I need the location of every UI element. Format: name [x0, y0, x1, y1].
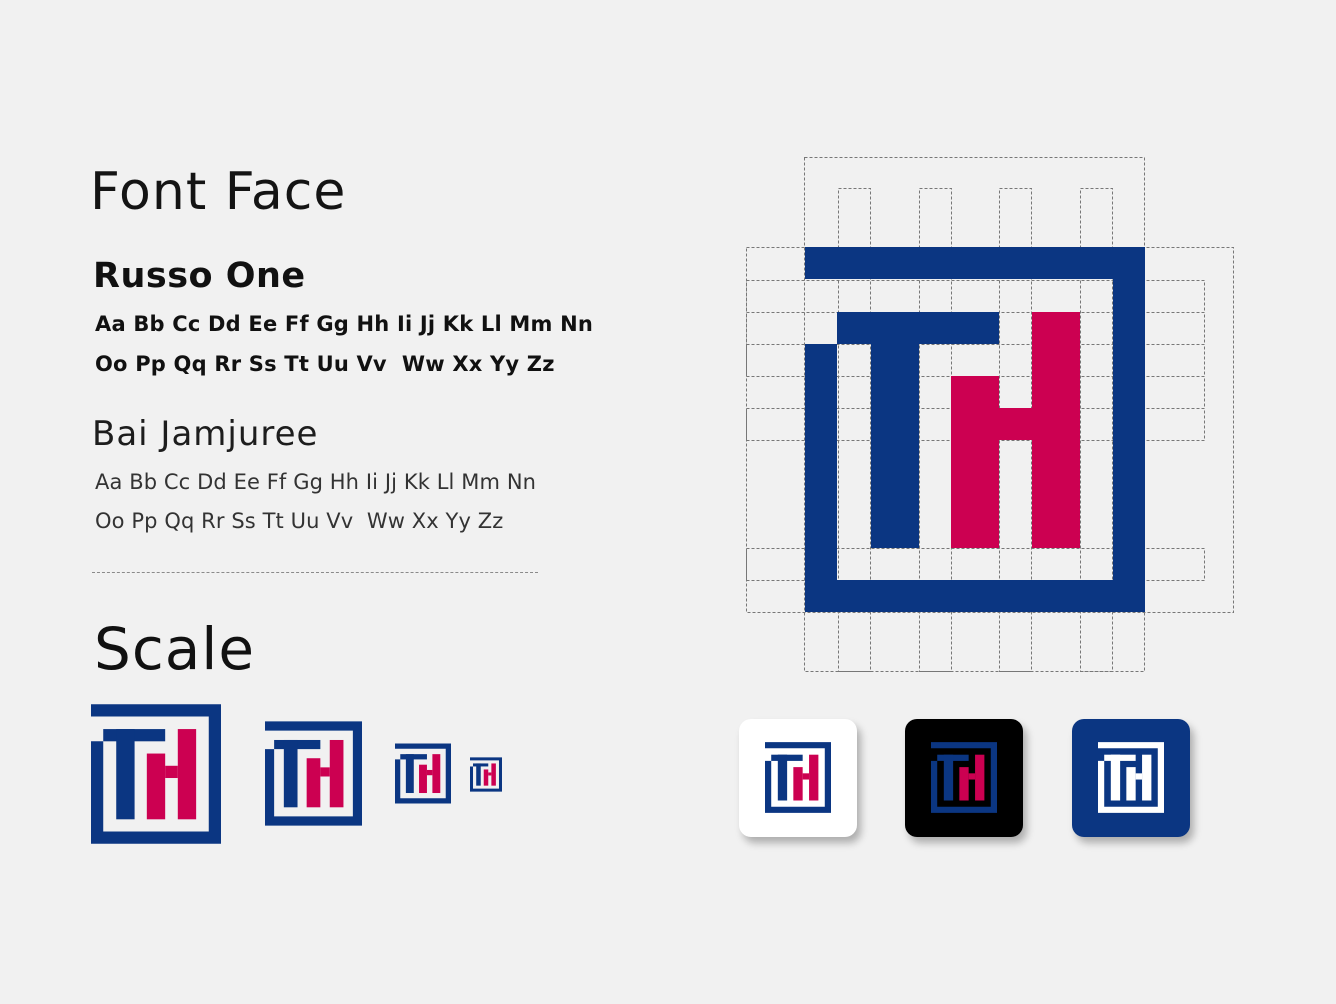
- logo-mark: [931, 742, 997, 813]
- app-icon-dark: [905, 719, 1023, 837]
- secondary-font-name: Bai Jamjuree: [92, 414, 319, 454]
- logo-mark: [765, 742, 831, 813]
- app-icon-navy: [1072, 719, 1190, 837]
- logo-mark-white: [1098, 742, 1164, 813]
- logo-scale-medium: [265, 721, 362, 826]
- scale-title: Scale: [94, 615, 256, 683]
- section-divider: [92, 572, 538, 573]
- secondary-font-sample-line-2: Oo Pp Qq Rr Ss Tt Uu Vv Ww Xx Yy Zz: [95, 509, 504, 533]
- app-icon-light: [739, 719, 857, 837]
- logo-scale-xsmall: [470, 757, 502, 792]
- logo-scale-small: [395, 743, 451, 804]
- primary-font-sample-line-2: Oo Pp Qq Rr Ss Tt Uu Vv Ww Xx Yy Zz: [95, 352, 555, 376]
- primary-font-sample-line-1: Aa Bb Cc Dd Ee Ff Gg Hh Ii Jj Kk Ll Mm N…: [95, 312, 594, 336]
- logo-scale-large: [91, 704, 221, 844]
- secondary-font-sample-line-1: Aa Bb Cc Dd Ee Ff Gg Hh Ii Jj Kk Ll Mm N…: [95, 470, 537, 494]
- logo-construction-grid: [746, 157, 1234, 672]
- primary-font-name: Russo One: [93, 256, 306, 296]
- font-face-title: Font Face: [90, 162, 347, 222]
